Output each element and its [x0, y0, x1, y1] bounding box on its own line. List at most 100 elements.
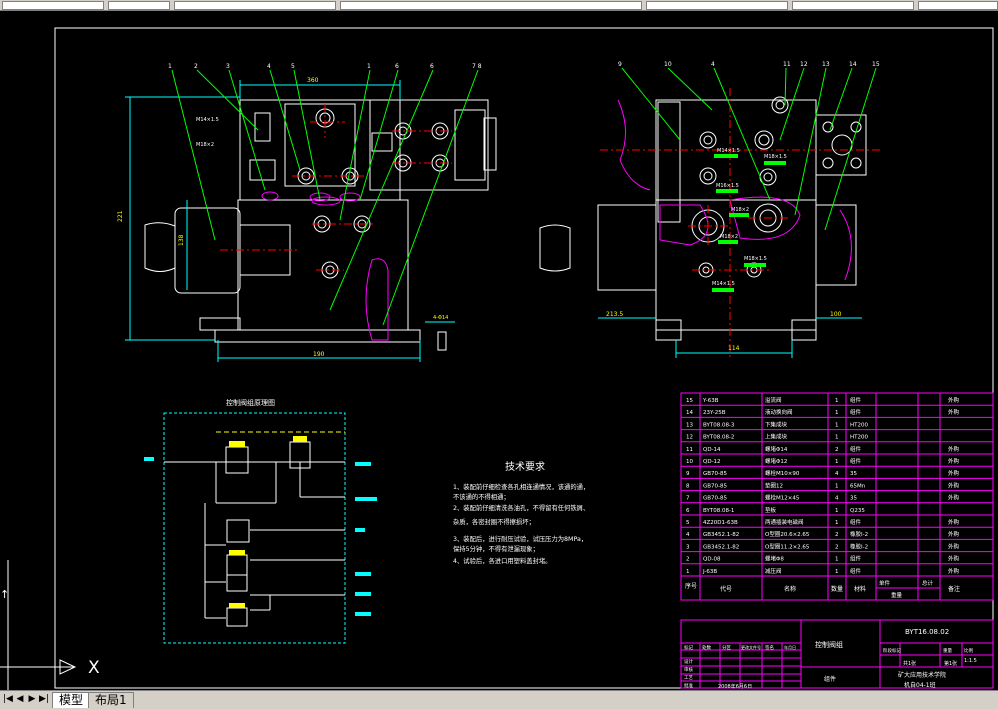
- svg-text:杂质，各密封圈不得擦损坏；: 杂质，各密封圈不得擦损坏；: [453, 517, 535, 526]
- bom-cell-code: QD-12: [703, 459, 721, 465]
- svg-text:更改文件号: 更改文件号: [741, 644, 761, 650]
- svg-text:比例: 比例: [964, 647, 973, 654]
- svg-text:不该通的不得相通；: 不该通的不得相通；: [453, 492, 510, 501]
- toolbar-field[interactable]: [918, 1, 998, 10]
- bom-cell-no: 14: [686, 410, 693, 416]
- svg-text:设计: 设计: [684, 658, 693, 665]
- bom-cell-no: 15: [686, 398, 693, 404]
- toolbar-field[interactable]: [2, 1, 104, 10]
- bom-cell-no: 2: [686, 557, 690, 563]
- bom-cell-code: QD-14: [703, 447, 721, 453]
- balloons-right: 9 10 4 11 12 13 14 15: [618, 61, 880, 68]
- svg-text:审核: 审核: [684, 666, 693, 673]
- dim-4m14: 4-Φ14: [433, 315, 448, 321]
- port-markers: [144, 457, 377, 616]
- bom-cell-no: 11: [686, 447, 693, 453]
- side-view: [539, 96, 867, 341]
- bom-cell-note: 外购: [948, 457, 960, 465]
- balloons-left: 1 2 3 4 5 1 6 6 7 8: [168, 63, 482, 70]
- bom-cell-code: GB3452.1-82: [703, 532, 739, 538]
- bom-header-no: 序号: [685, 582, 697, 590]
- bom-cell-name: O型圈20.6×2.65: [765, 530, 810, 538]
- bom-cell-qty: 1: [835, 520, 839, 526]
- school: 矿大应用技术学院: [898, 671, 946, 679]
- drawing-canvas[interactable]: 360 221 138 190 4-Φ14 1 2 3 4 5 1 6 6 7 …: [0, 10, 998, 690]
- svg-text:4、试验后，各进口用塑料盖封堵。: 4、试验后，各进口用塑料盖封堵。: [453, 556, 551, 565]
- svg-text:6: 6: [395, 63, 399, 70]
- svg-text:M18×2: M18×2: [196, 142, 214, 148]
- bom-cell-qty: 1: [835, 557, 839, 563]
- next-tab-icon[interactable]: ▶: [26, 693, 38, 706]
- svg-text:13: 13: [822, 61, 830, 68]
- bill-of-materials: 15 Y-63B 溢流阀 1 组件 外购14 23Y-25B 液动换向阀 1 组件 外购13 BYT0…: [680, 392, 994, 601]
- bom-cell-qty: 1: [835, 508, 839, 514]
- svg-text:签名: 签名: [765, 644, 774, 651]
- bom-header-total: 总计: [922, 579, 934, 587]
- bom-header-code: 代号: [720, 585, 732, 593]
- break-line: [617, 99, 651, 191]
- dim-190: 190: [313, 351, 325, 358]
- bom-cell-no: 5: [686, 520, 690, 526]
- bom-cell-no: 13: [686, 422, 693, 428]
- bom-cell-code: 4Z20D1-63B: [703, 520, 738, 526]
- bom-cell-no: 3: [686, 544, 690, 550]
- sheet-count: 共1张: [903, 660, 916, 667]
- bom-cell-name: 垫圈12: [765, 481, 783, 489]
- schematic-frame: [163, 412, 346, 644]
- dim-100: 100: [830, 311, 842, 318]
- dim-114: 114: [728, 345, 740, 352]
- bom-cell-note: 外购: [948, 567, 960, 575]
- toolbar-field[interactable]: [174, 1, 336, 10]
- bom-cell-no: 7: [686, 496, 690, 502]
- first-tab-icon[interactable]: |◀: [2, 693, 14, 706]
- bom-cell-code: BYT08.08-1: [703, 508, 734, 514]
- last-tab-icon[interactable]: ▶|: [38, 693, 50, 706]
- bom-cell-material: 组件: [850, 396, 862, 404]
- svg-text:1、装配前仔细检查各孔相连通情况，该通的通，: 1、装配前仔细检查各孔相连通情况，该通的通，: [453, 482, 589, 491]
- dim-221: 221: [117, 210, 124, 222]
- bom-cell-material: 橡胶I-2: [850, 530, 868, 538]
- ucs-x-label: X: [88, 658, 100, 678]
- bom-cell-no: 1: [686, 569, 690, 575]
- bom-cell-qty: 1: [835, 398, 839, 404]
- bom-cell-material: 组件: [850, 457, 862, 465]
- svg-text:3: 3: [226, 63, 230, 70]
- svg-text:重量: 重量: [943, 647, 952, 654]
- svg-text:M14×1.5: M14×1.5: [196, 117, 219, 123]
- bom-cell-material: HT200: [850, 435, 868, 441]
- svg-text:工艺: 工艺: [684, 675, 693, 681]
- drawing-number: BYT16.08.02: [905, 628, 949, 636]
- svg-text:M16×1.5: M16×1.5: [716, 183, 739, 189]
- schematic-title: 控制阀组原理图: [226, 398, 275, 407]
- bom-cell-name: 螺堵Φ14: [765, 445, 788, 453]
- svg-text:2: 2: [194, 63, 198, 70]
- svg-text:9: 9: [618, 61, 622, 68]
- svg-text:7 8: 7 8: [472, 63, 482, 70]
- bom-cell-material: 35: [850, 471, 857, 477]
- tab-layout1[interactable]: 布局1: [88, 692, 134, 708]
- svg-text:M18×2: M18×2: [720, 234, 738, 240]
- class: 机自04-1班: [904, 681, 936, 689]
- thread-labels-left: M14×1.5 M18×2: [196, 117, 219, 148]
- sheet-number: 第1张: [944, 660, 957, 667]
- prev-tab-icon[interactable]: ◀: [14, 693, 26, 706]
- bom-cell-name: 减压阀: [765, 567, 782, 575]
- toolbar-field[interactable]: [646, 1, 788, 10]
- bom-cell-qty: 1: [835, 569, 839, 575]
- bom-header-note: 备注: [948, 585, 960, 593]
- bom-cell-qty: 4: [835, 471, 839, 477]
- front-view: [144, 99, 497, 351]
- drawing-name: 控制阀组: [815, 640, 843, 649]
- toolbar-field[interactable]: [792, 1, 914, 10]
- bom-cell-no: 4: [686, 532, 690, 538]
- bom-cell-name: 螺栓M10×90: [765, 469, 800, 477]
- toolbar-field[interactable]: [108, 1, 170, 10]
- dim-138: 138: [178, 234, 185, 246]
- tab-model[interactable]: 模型: [52, 692, 91, 708]
- bom-cell-material: 35: [850, 496, 857, 502]
- toolbar-field[interactable]: [340, 1, 642, 10]
- svg-text:批准: 批准: [684, 682, 693, 689]
- break-line-2: [839, 209, 852, 281]
- bom-cell-note: 外购: [948, 481, 960, 489]
- bom-cell-code: BYT08.08-2: [703, 435, 734, 441]
